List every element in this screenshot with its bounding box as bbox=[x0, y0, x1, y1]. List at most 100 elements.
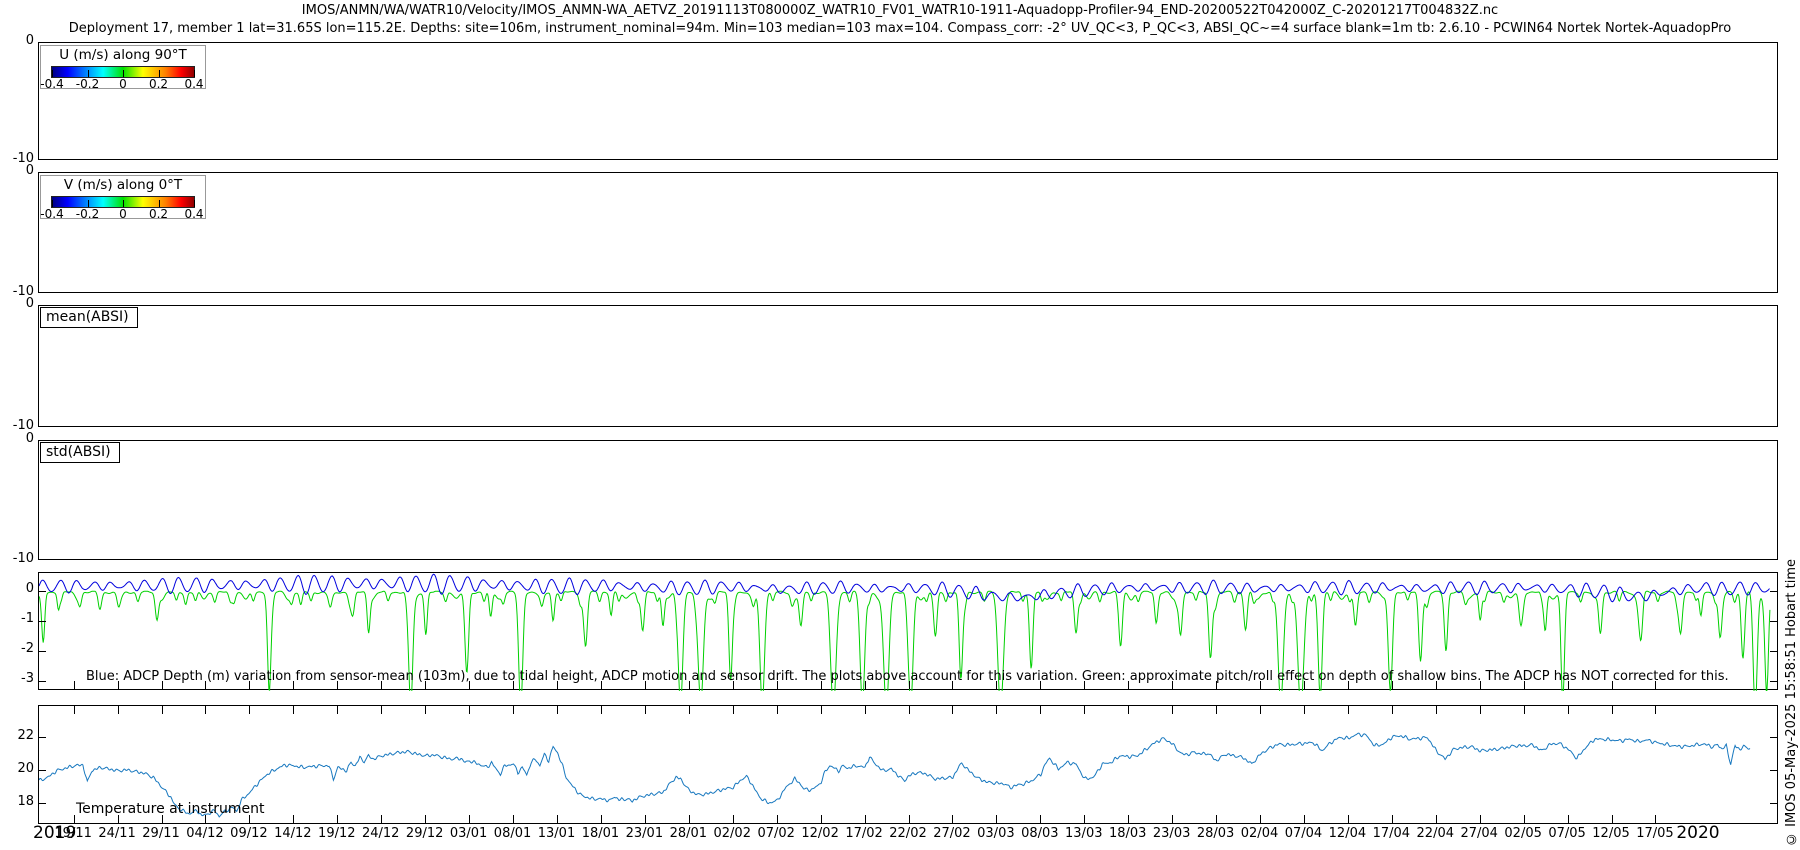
y-tick-left bbox=[39, 621, 46, 622]
x-tick-top bbox=[1348, 706, 1349, 714]
x-tick-top bbox=[1216, 706, 1217, 714]
x-tick-bottom bbox=[1040, 815, 1041, 823]
y-tick-label: 20 bbox=[2, 762, 34, 776]
x-tick-top bbox=[557, 706, 558, 714]
x-tick-bottom bbox=[513, 815, 514, 823]
x-tick-bottom bbox=[1392, 815, 1393, 823]
temperature-plot bbox=[39, 706, 1779, 825]
figure: IMOS/ANMN/WA/WATR10/Velocity/IMOS_ANMN-W… bbox=[0, 0, 1800, 850]
u-colorbar-legend: U (m/s) along 90°T -0.4-0.200.20.4 bbox=[40, 45, 206, 89]
x-tick-top bbox=[1128, 706, 1129, 714]
x-tick-top bbox=[996, 706, 997, 714]
x-tick-top bbox=[777, 706, 778, 714]
x-tick-top bbox=[205, 706, 206, 714]
temperature-label: Temperature at instrument bbox=[76, 801, 264, 817]
y-tick-label: 0 bbox=[2, 34, 34, 48]
x-tick-top bbox=[909, 706, 910, 714]
colorbar-tick-mark bbox=[194, 200, 195, 207]
x-tick-bottom bbox=[1612, 815, 1613, 823]
x-tick-top bbox=[1260, 706, 1261, 714]
std-absi-panel: std(ABSI) bbox=[38, 440, 1778, 560]
x-tick-top bbox=[293, 706, 294, 714]
y-tick-label: 0 bbox=[2, 297, 34, 311]
std-absi-label: std(ABSI) bbox=[40, 442, 120, 463]
x-tick-bottom bbox=[74, 681, 75, 689]
colorbar-tick-label: 0 bbox=[119, 207, 127, 221]
x-tick-bottom bbox=[996, 815, 997, 823]
x-tick-bottom bbox=[777, 815, 778, 823]
colorbar-tick-mark bbox=[123, 200, 124, 207]
x-tick-bottom bbox=[733, 815, 734, 823]
y-tick-left bbox=[39, 770, 46, 771]
x-tick-bottom bbox=[337, 815, 338, 823]
x-tick-top bbox=[74, 706, 75, 714]
y-tick-left bbox=[39, 681, 46, 682]
x-tick-bottom bbox=[909, 815, 910, 823]
x-tick-bottom bbox=[1084, 815, 1085, 823]
colorbar-tick-label: 0 bbox=[119, 77, 127, 91]
temperature-line bbox=[39, 733, 1750, 817]
x-tick-bottom bbox=[1260, 815, 1261, 823]
x-tick-top bbox=[513, 706, 514, 714]
x-tick-top bbox=[1084, 706, 1085, 714]
colorbar-tick-label: 0.4 bbox=[184, 207, 203, 221]
x-tick-top bbox=[425, 706, 426, 714]
year-label-2019: 2019 bbox=[33, 823, 76, 843]
y-tick-right bbox=[1770, 681, 1777, 682]
y-tick-left bbox=[39, 591, 46, 592]
x-tick-bottom bbox=[1524, 815, 1525, 823]
x-tick-top bbox=[1172, 706, 1173, 714]
figure-subtitle: Deployment 17, member 1 lat=31.65S lon=1… bbox=[0, 21, 1800, 36]
figure-title: IMOS/ANMN/WA/WATR10/Velocity/IMOS_ANMN-W… bbox=[0, 3, 1800, 18]
velocity-v-panel: V (m/s) along 0°T -0.4-0.200.20.4 bbox=[38, 172, 1778, 293]
x-tick-top bbox=[1655, 706, 1656, 714]
imos-watermark: © IMOS 05-May-2025 15:58:51 Hobart time bbox=[1784, 559, 1799, 846]
x-tick-top bbox=[952, 706, 953, 714]
x-tick-bottom bbox=[952, 815, 953, 823]
x-tick-top bbox=[1612, 706, 1613, 714]
x-tick-top bbox=[733, 706, 734, 714]
y-tick-left bbox=[39, 803, 46, 804]
x-tick-top bbox=[1304, 706, 1305, 714]
x-tick-bottom bbox=[1348, 815, 1349, 823]
y-tick-right bbox=[1770, 621, 1777, 622]
y-tick-label: 0 bbox=[2, 164, 34, 178]
x-tick-bottom bbox=[645, 815, 646, 823]
colorbar-tick-label: -0.4 bbox=[40, 77, 63, 91]
y-tick-label: -2 bbox=[2, 642, 34, 656]
y-tick-left bbox=[39, 737, 46, 738]
y-tick-right bbox=[1770, 770, 1777, 771]
y-tick-left bbox=[39, 651, 46, 652]
depth-variation-panel: Blue: ADCP Depth (m) variation from sens… bbox=[38, 572, 1778, 690]
x-tick-top bbox=[865, 706, 866, 714]
colorbar-tick-label: -0.2 bbox=[76, 207, 99, 221]
x-tick-top bbox=[1436, 706, 1437, 714]
y-tick-right bbox=[1770, 737, 1777, 738]
colorbar-tick-mark bbox=[88, 70, 89, 77]
colorbar-tick-label: 0.4 bbox=[184, 77, 203, 91]
y-tick-right bbox=[1770, 803, 1777, 804]
x-tick-bottom bbox=[601, 815, 602, 823]
colorbar-tick-label: -0.4 bbox=[40, 207, 63, 221]
y-tick-label: -3 bbox=[2, 672, 34, 686]
colorbar-tick-mark bbox=[194, 70, 195, 77]
colorbar-tick-label: -0.2 bbox=[76, 77, 99, 91]
x-tick-bottom bbox=[1128, 815, 1129, 823]
x-tick-bottom bbox=[821, 815, 822, 823]
x-tick-top bbox=[381, 706, 382, 714]
x-tick-top bbox=[1568, 706, 1569, 714]
x-tick-bottom bbox=[1216, 815, 1217, 823]
x-tick-top bbox=[1040, 706, 1041, 714]
mean-absi-panel: mean(ABSI) bbox=[38, 305, 1778, 427]
colorbar-tick-mark bbox=[88, 200, 89, 207]
x-tick-bottom bbox=[469, 815, 470, 823]
x-tick-bottom bbox=[293, 815, 294, 823]
x-tick-top bbox=[645, 706, 646, 714]
velocity-u-panel: U (m/s) along 90°T -0.4-0.200.20.4 bbox=[38, 42, 1778, 160]
v-colorbar-legend: V (m/s) along 0°T -0.4-0.200.20.4 bbox=[40, 175, 206, 219]
depth-annotation: Blue: ADCP Depth (m) variation from sens… bbox=[86, 669, 1729, 684]
x-tick-bottom bbox=[381, 815, 382, 823]
y-tick-label: 22 bbox=[2, 729, 34, 743]
x-tick-top bbox=[118, 706, 119, 714]
y-tick-label: 18 bbox=[2, 795, 34, 809]
